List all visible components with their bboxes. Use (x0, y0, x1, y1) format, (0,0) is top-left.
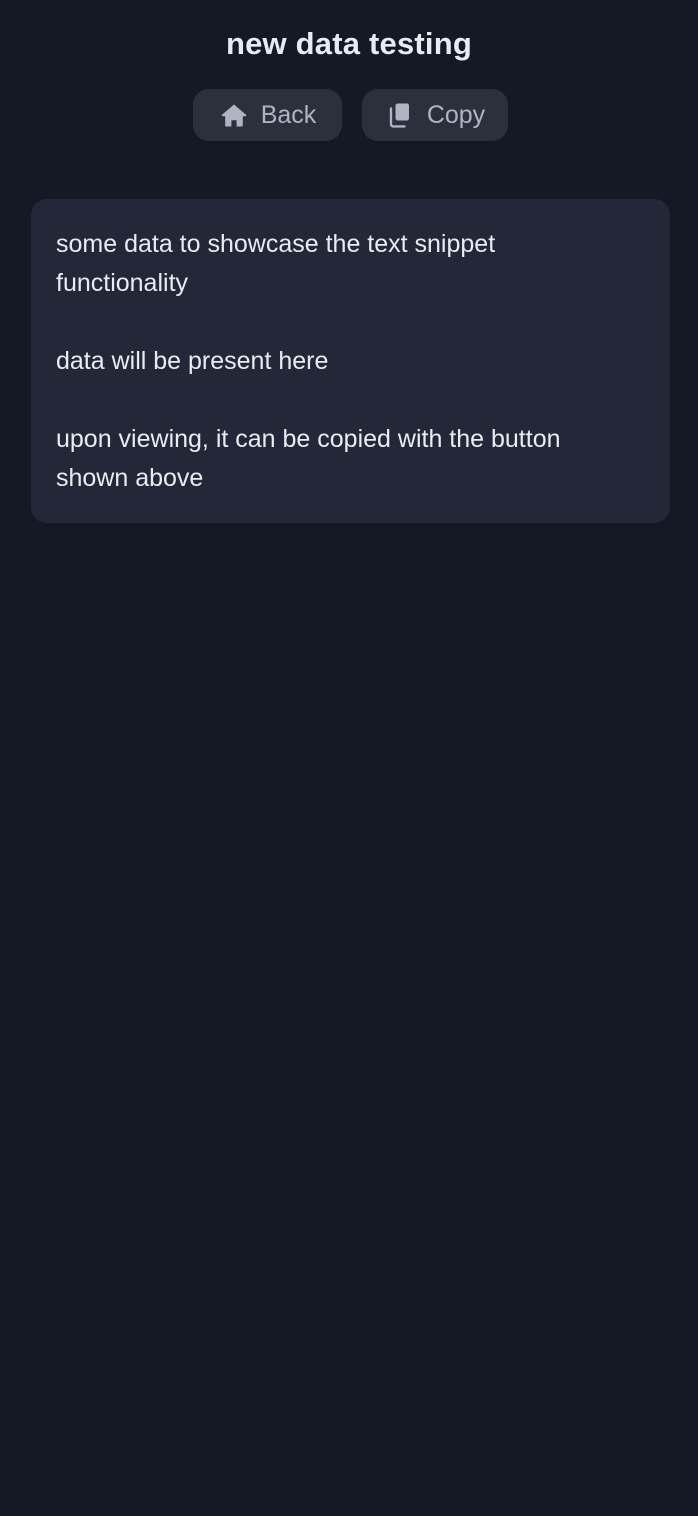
back-button-label: Back (260, 100, 317, 129)
copy-button-label: Copy (426, 100, 486, 129)
action-bar: Back Copy (0, 89, 698, 141)
page-title: new data testing (225, 26, 473, 61)
snippet-card: some data to showcase the text snippet f… (31, 199, 670, 523)
copy-icon (385, 100, 415, 130)
copy-button[interactable]: Copy (362, 89, 508, 141)
home-icon (219, 100, 249, 130)
snippet-text: some data to showcase the text snippet f… (56, 230, 561, 492)
back-button[interactable]: Back (193, 89, 342, 141)
